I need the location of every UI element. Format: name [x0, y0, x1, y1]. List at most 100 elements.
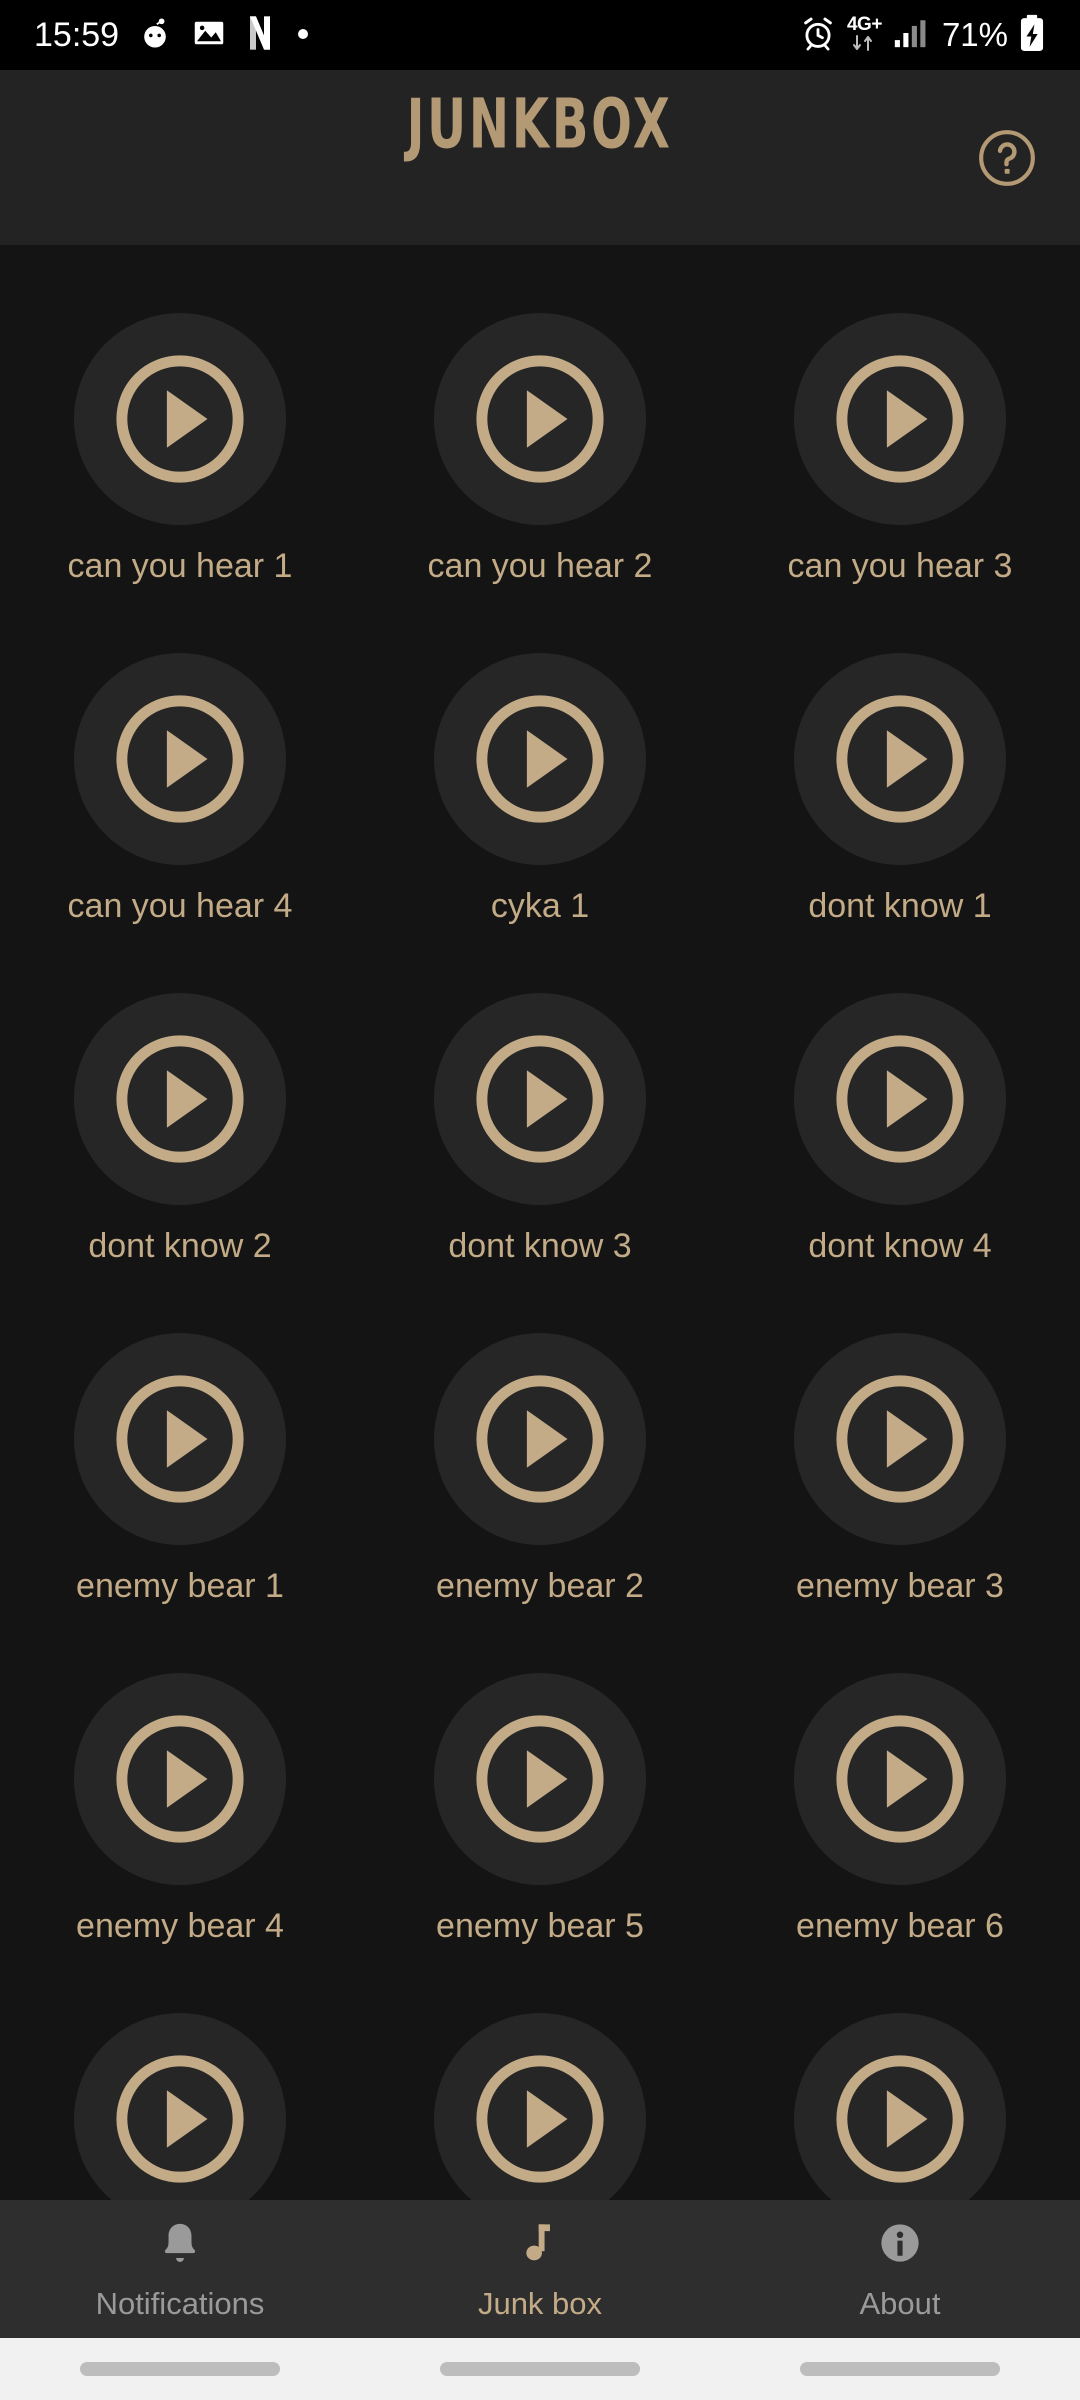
status-bar-left: 15:59 [34, 13, 313, 58]
signal-bars-icon [892, 16, 926, 55]
status-bar-clock: 15:59 [34, 15, 120, 54]
up-down-arrows-icon [850, 34, 878, 56]
nav-item-about[interactable]: About [720, 2217, 1080, 2322]
sound-cell: dont know 3 [360, 993, 720, 1333]
play-circle-icon [476, 1035, 604, 1163]
sound-label: can you hear 3 [787, 547, 1013, 585]
play-circle-icon [476, 355, 604, 483]
sound-grid-row: dont know 2 dont know 3 dont know 4 [0, 993, 1080, 1333]
nav-label-notifications: Notifications [95, 2285, 265, 2321]
nav-item-junk-box[interactable]: Junk box [360, 2217, 720, 2322]
play-circle-icon [836, 355, 964, 483]
play-circle-icon [116, 1375, 244, 1503]
sound-cell: can you hear 4 [0, 653, 360, 993]
nav-label-junk-box: Junk box [477, 2285, 603, 2321]
play-circle-icon [476, 2055, 604, 2183]
bottom-navigation: Notifications Junk box About [0, 2200, 1080, 2338]
sound-cell: cyka 1 [360, 653, 720, 993]
sound-label: cyka 1 [490, 887, 590, 925]
sound-cell: enemy bear 1 [0, 1333, 360, 1673]
play-button[interactable] [74, 653, 286, 865]
play-circle-icon [116, 355, 244, 483]
app-screen: 15:59 4G+ 71% JUNKBOX can you hear 1 can… [0, 0, 1080, 2400]
play-circle-icon [476, 1375, 604, 1503]
sound-label: dont know 4 [808, 1227, 992, 1265]
sound-cell: enemy bear 5 [360, 1673, 720, 2013]
play-button[interactable] [434, 2013, 646, 2200]
play-button[interactable] [434, 653, 646, 865]
play-button[interactable] [794, 1673, 1006, 1885]
sound-label: dont know 1 [808, 887, 992, 925]
sound-cell: can you hear 3 [720, 313, 1080, 653]
sound-label: enemy bear 4 [76, 1907, 284, 1945]
play-circle-icon [836, 1715, 964, 1843]
sound-label: can you hear 1 [67, 547, 293, 585]
sound-cell: enemy bear 4 [0, 1673, 360, 2013]
battery-percent-label: 71% [941, 16, 1008, 53]
recents-button[interactable] [80, 2362, 280, 2376]
sound-grid-row: can you hear 1 can you hear 2 can you he… [0, 313, 1080, 653]
sound-label: can you hear 4 [67, 887, 293, 925]
play-button[interactable] [794, 993, 1006, 1205]
play-button[interactable] [794, 2013, 1006, 2200]
play-button[interactable] [794, 1333, 1006, 1545]
play-circle-icon [116, 2055, 244, 2183]
play-circle-icon [836, 1375, 964, 1503]
sound-grid: can you hear 1 can you hear 2 can you he… [0, 245, 1080, 2200]
sound-grid-row [0, 2013, 1080, 2200]
sound-cell: enemy bear 2 [360, 1333, 720, 1673]
play-circle-icon [116, 1715, 244, 1843]
play-button[interactable] [434, 313, 646, 525]
sound-label: can you hear 2 [427, 547, 653, 585]
sound-cell: dont know 2 [0, 993, 360, 1333]
battery-charging-icon [1018, 14, 1046, 57]
play-button[interactable] [74, 313, 286, 525]
info-circle-icon [874, 2217, 926, 2274]
play-button[interactable] [74, 993, 286, 1205]
bell-icon [154, 2217, 206, 2274]
play-button[interactable] [74, 2013, 286, 2200]
sound-cell: dont know 4 [720, 993, 1080, 1333]
sound-label: enemy bear 3 [796, 1567, 1004, 1605]
help-circle-icon [979, 129, 1035, 186]
music-note-icon [514, 2217, 566, 2274]
help-button[interactable] [976, 127, 1038, 189]
nav-item-notifications[interactable]: Notifications [0, 2217, 360, 2322]
sound-grid-row: enemy bear 1 enemy bear 2 enemy bear 3 [0, 1333, 1080, 1673]
sound-cell [720, 2013, 1080, 2200]
sound-cell: can you hear 2 [360, 313, 720, 653]
home-button[interactable] [440, 2362, 640, 2376]
sound-grid-scroll-area[interactable]: can you hear 1 can you hear 2 can you he… [0, 245, 1080, 2200]
gallery-icon [191, 15, 227, 56]
sound-grid-row: enemy bear 4 enemy bear 5 enemy bear 6 [0, 1673, 1080, 2013]
netflix-icon [245, 13, 275, 58]
sound-label: enemy bear 6 [796, 1907, 1004, 1945]
play-button[interactable] [74, 1333, 286, 1545]
sound-cell [360, 2013, 720, 2200]
app-logo-text: JUNKBOX [406, 83, 674, 164]
play-button[interactable] [434, 1333, 646, 1545]
sound-cell: dont know 1 [720, 653, 1080, 993]
play-button[interactable] [794, 313, 1006, 525]
nav-label-about: About [859, 2285, 941, 2321]
play-button[interactable] [74, 1673, 286, 1885]
sound-cell [0, 2013, 360, 2200]
sound-label: enemy bear 1 [76, 1567, 284, 1605]
play-circle-icon [116, 1035, 244, 1163]
sound-label: enemy bear 5 [436, 1907, 644, 1945]
network-type-label: 4G+ [846, 13, 882, 35]
play-button[interactable] [434, 1673, 646, 1885]
page-title: JUNKBOX [0, 83, 1080, 192]
sound-label: dont know 3 [448, 1227, 632, 1265]
status-bar-right: 4G+ 71% [799, 14, 1046, 57]
sound-label: enemy bear 2 [436, 1567, 644, 1605]
play-circle-icon [476, 1715, 604, 1843]
play-button[interactable] [434, 993, 646, 1205]
back-button[interactable] [800, 2362, 1000, 2376]
play-circle-icon [836, 695, 964, 823]
play-button[interactable] [794, 653, 1006, 865]
sound-cell: can you hear 1 [0, 313, 360, 653]
play-circle-icon [476, 695, 604, 823]
sound-cell: enemy bear 6 [720, 1673, 1080, 2013]
system-navigation-bar [0, 2338, 1080, 2400]
